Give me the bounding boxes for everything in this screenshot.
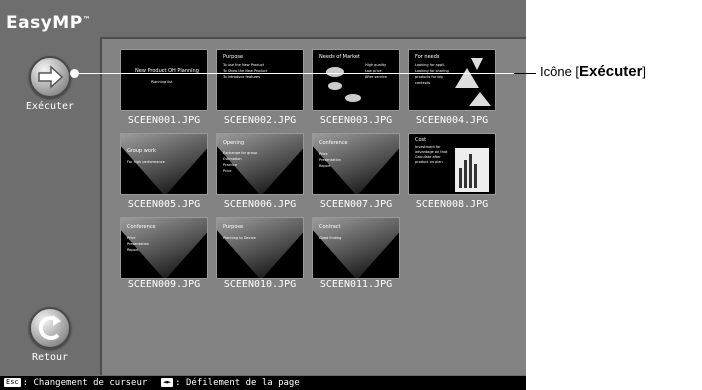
return-arrow-icon — [29, 307, 71, 349]
status-bar: Esc: Changement de curseur ◄►: Défilemen… — [0, 376, 526, 390]
slide-bullet: To Introduce features — [223, 75, 261, 79]
slide-title: Conference — [319, 140, 348, 146]
slide-title: Contract — [319, 224, 341, 230]
slide-background — [121, 134, 207, 194]
slide-title: Purpose — [223, 54, 244, 60]
execute-button[interactable]: Exécuter — [10, 56, 90, 112]
thumbnail[interactable]: Conference Price Presentation Report — [120, 217, 208, 279]
thumbnail[interactable]: Contract Good Ending — [312, 217, 400, 279]
slide-title: Opening — [223, 140, 245, 146]
slide-bullet: Exchange for group — [223, 151, 258, 155]
esc-key-icon: Esc — [4, 378, 21, 387]
thumbnail[interactable]: For needs Looking for appli. Looking for… — [408, 49, 496, 111]
slide-bullet: Price — [223, 169, 232, 173]
file-name[interactable]: SCEEN003.JPG — [308, 115, 404, 126]
slide-bullet: After service — [365, 75, 388, 79]
execute-label: Exécuter — [25, 101, 75, 112]
slide-bullet: Report — [319, 164, 331, 168]
slide-title: Conference — [127, 224, 156, 230]
back-button[interactable]: Retour — [10, 307, 90, 363]
slide-bar-chart — [455, 148, 489, 192]
file-name[interactable]: SCEEN002.JPG — [212, 115, 308, 126]
slide-bullet: Good Ending — [319, 236, 342, 240]
slide-bullet: High quality — [365, 63, 387, 67]
back-label: Retour — [31, 352, 69, 363]
file-name[interactable]: SCEEN011.JPG — [308, 279, 404, 290]
file-name[interactable]: SCEEN004.JPG — [404, 115, 500, 126]
callout-leader — [514, 73, 536, 74]
callout-line — [74, 73, 514, 74]
slide-diagram — [326, 67, 361, 102]
thumbnail[interactable]: Purpose To use the New Product To Show t… — [216, 49, 304, 111]
thumbnail[interactable]: Cost Investment for advantage on that Ca… — [408, 133, 496, 195]
file-name[interactable]: SCEEN007.JPG — [308, 199, 404, 210]
slide-title: Group work — [127, 148, 156, 154]
slide-bullet: For high performance — [127, 160, 165, 164]
slide-bullet: Presentation — [127, 242, 149, 246]
thumbnail[interactable]: Needs of Market High quality Low price A… — [312, 49, 400, 111]
file-name[interactable]: SCEEN005.JPG — [116, 199, 212, 210]
thumbnail[interactable]: Conference Price Presentation Report — [312, 133, 400, 195]
slide-bullet: Planning list — [151, 80, 173, 84]
arrow-keys-icon: ◄► — [160, 378, 174, 387]
slide-diagram — [455, 58, 491, 106]
easymp-screen: EasyMP™ Exécuter Retour New Product OH P… — [0, 0, 526, 390]
sidebar: EasyMP™ Exécuter Retour — [0, 0, 100, 390]
easymp-logo: EasyMP™ — [6, 13, 92, 33]
thumbnail[interactable]: Purpose Planning to Device — [216, 217, 304, 279]
slide-bullet: Presentation — [319, 158, 341, 162]
thumbnail[interactable]: Opening Exchange for group Estimation Pr… — [216, 133, 304, 195]
thumbnail-grid: New Product OH Planning Planning list SC… — [100, 37, 526, 375]
slide-title: Purpose — [223, 224, 244, 230]
thumbnail[interactable]: New Product OH Planning Planning list — [120, 49, 208, 111]
slide-bullet: Estimation — [223, 157, 242, 161]
slide-bullet: Planning to Device — [223, 236, 256, 240]
arrows-hint: : Défilement de la page — [175, 378, 300, 388]
file-name[interactable]: SCEEN008.JPG — [404, 199, 500, 210]
callout-label: Icône [Exécuter] — [540, 63, 647, 80]
esc-hint: : Changement de curseur — [22, 378, 148, 388]
slide-bullet: Report — [127, 248, 139, 252]
slide-bullet: Practice — [223, 163, 237, 167]
file-name[interactable]: SCEEN001.JPG — [116, 115, 212, 126]
slide-bullet: Price — [319, 152, 328, 156]
file-name[interactable]: SCEEN006.JPG — [212, 199, 308, 210]
slide-bullet: To use the New Product — [223, 63, 264, 67]
slide-bullet: Price — [127, 236, 136, 240]
arrow-right-icon — [29, 56, 71, 98]
file-name[interactable]: SCEEN010.JPG — [212, 279, 308, 290]
file-name[interactable]: SCEEN009.JPG — [116, 279, 212, 290]
thumbnail[interactable]: Group work For high performance — [120, 133, 208, 195]
